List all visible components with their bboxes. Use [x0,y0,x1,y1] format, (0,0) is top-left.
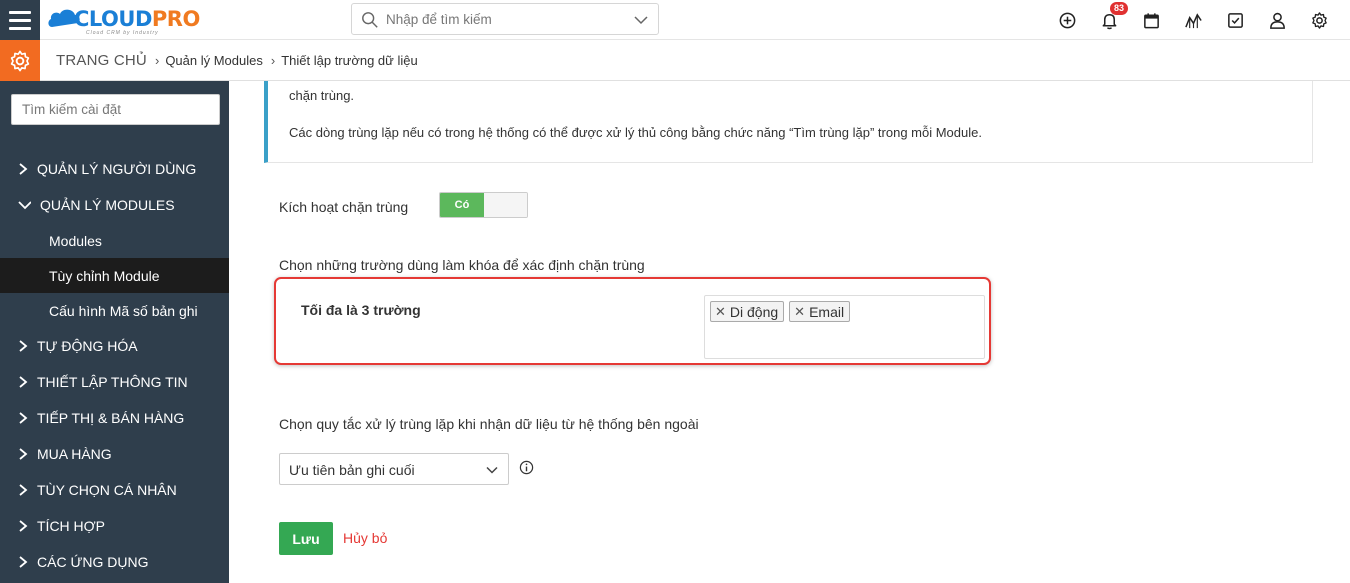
settings-button[interactable] [1298,0,1340,40]
sidebar-item-modules[interactable]: QUẢN LÝ MODULES [0,187,229,223]
checkbox-icon [1227,12,1243,28]
chevron-down-icon [18,201,31,210]
activate-dedupe-label: Kích hoạt chặn trùng [279,199,409,215]
tag-label: Di động [729,303,779,320]
menu-line [9,18,31,22]
chevron-right-icon [19,484,28,496]
main-content: chặn trùng. Các dòng trùng lặp nếu có tr… [229,81,1350,583]
chevron-right-icon [19,412,28,424]
calendar-icon [1143,12,1159,28]
chevron-right-icon: › [154,53,160,68]
logo-tagline: Cloud CRM by Industry [86,30,159,36]
gear-icon [10,50,30,71]
gear-icon [1311,11,1327,29]
sidebar-item-label: QUẢN LÝ MODULES [40,197,175,213]
dedupe-rule-select[interactable]: Ưu tiên bản ghi cuối [279,453,509,485]
top-icon-bar: 83 [1046,0,1340,40]
settings-section-button[interactable] [0,40,40,81]
sidebar-item-label: CÁC ỨNG DỤNG [37,554,149,570]
plus-circle-icon [1059,12,1075,28]
breadcrumb: TRANG CHỦ › Quản lý Modules › Thiết lập … [56,40,418,81]
sidebar-item-label: TÙY CHỌN CÁ NHÂN [37,482,177,498]
settings-sidebar: QUẢN LÝ NGƯỜI DÙNG QUẢN LÝ MODULES Modul… [0,81,229,583]
calendar-button[interactable] [1130,0,1172,40]
chevron-right-icon [19,556,28,568]
settings-search-input[interactable] [12,95,219,124]
chevron-right-icon [19,520,28,532]
reports-button[interactable] [1172,0,1214,40]
dedupe-rule-title: Chọn quy tắc xử lý trùng lặp khi nhận dữ… [279,416,699,432]
breadcrumb-item-current: Thiết lập trường dữ liệu [281,53,418,68]
chart-icon [1184,12,1202,28]
sidebar-subitem-modules[interactable]: Modules [0,223,229,258]
global-search[interactable] [351,3,659,35]
sidebar-item-label: TÍCH HỢP [37,518,106,534]
toggle-knob [484,193,527,217]
key-fields-title: Chọn những trường dùng làm khóa để xác đ… [279,257,645,273]
notification-badge: 83 [1110,2,1129,15]
user-icon [1269,12,1285,29]
hamburger-menu-button[interactable] [0,0,40,40]
info-text-line: chặn trùng. [289,88,355,103]
sidebar-item-label: TỰ ĐỘNG HÓA [37,338,138,354]
logo-text: CLOUDPRO [74,7,200,31]
menu-line [9,26,31,30]
settings-search[interactable] [11,94,220,125]
cloudpro-logo[interactable]: CLOUDPRO Cloud CRM by Industry [46,3,206,37]
breadcrumb-bar: TRANG CHỦ › Quản lý Modules › Thiết lập … [0,40,1350,81]
search-icon [362,12,378,28]
sidebar-item-label: QUẢN LÝ NGƯỜI DÙNG [37,161,197,177]
quick-create-button[interactable] [1046,0,1088,40]
chevron-right-icon [19,376,28,388]
sidebar-item-label: MUA HÀNG [37,446,112,462]
chevron-right-icon [19,340,28,352]
breadcrumb-item[interactable]: Quản lý Modules [165,53,263,68]
sidebar-subitem-customize-module[interactable]: Tùy chỉnh Module [0,258,229,293]
sidebar-item-personal-options[interactable]: TÙY CHỌN CÁ NHÂN [0,472,229,508]
remove-tag-icon[interactable]: ✕ [794,304,805,320]
sidebar-subitem-record-numbering[interactable]: Cấu hình Mã số bản ghi [0,293,229,328]
key-fields-multiselect[interactable]: ✕ Di động ✕ Email [704,295,985,359]
chevron-right-icon [19,448,28,460]
key-fields-highlight: Tối đa là 3 trường ✕ Di động ✕ Email [274,277,991,365]
dedupe-rule-value: Ưu tiên bản ghi cuối [289,462,415,478]
cancel-link[interactable]: Hủy bỏ [343,530,387,546]
sidebar-item-label: TIẾP THỊ & BÁN HÀNG [37,410,185,426]
info-icon[interactable] [519,460,534,475]
sidebar-item-label: THIẾT LẬP THÔNG TIN [37,374,188,390]
selected-field-tag[interactable]: ✕ Di động [710,301,785,322]
user-profile-button[interactable] [1256,0,1298,40]
chevron-down-icon [486,466,498,474]
menu-line [9,10,31,14]
remove-tag-icon[interactable]: ✕ [715,304,726,320]
breadcrumb-home[interactable]: TRANG CHỦ [56,52,147,69]
info-text-line: Các dòng trùng lặp nếu có trong hệ thống… [289,125,982,140]
sidebar-item-purchasing[interactable]: MUA HÀNG [0,436,229,472]
info-callout: chặn trùng. Các dòng trùng lặp nếu có tr… [264,81,1313,163]
activate-dedupe-toggle[interactable]: Có [439,192,528,218]
notifications-button[interactable]: 83 [1088,0,1130,40]
max-fields-label: Tối đa là 3 trường [301,302,421,318]
sidebar-menu: QUẢN LÝ NGƯỜI DÙNG QUẢN LÝ MODULES Modul… [0,151,229,580]
sidebar-item-automation[interactable]: TỰ ĐỘNG HÓA [0,328,229,364]
selected-field-tag[interactable]: ✕ Email [789,301,851,322]
tasks-button[interactable] [1214,0,1256,40]
search-input[interactable] [386,4,626,34]
save-button[interactable]: Lưu [279,522,333,555]
tag-label: Email [809,303,845,320]
chevron-right-icon: › [270,53,276,68]
top-bar: CLOUDPRO Cloud CRM by Industry 83 [0,0,1350,40]
sidebar-item-info-setup[interactable]: THIẾT LẬP THÔNG TIN [0,364,229,400]
chevron-right-icon [19,163,28,175]
sidebar-item-integration[interactable]: TÍCH HỢP [0,508,229,544]
toggle-on-label: Có [440,193,484,217]
chevron-down-icon[interactable] [634,13,648,27]
sidebar-item-users[interactable]: QUẢN LÝ NGƯỜI DÙNG [0,151,229,187]
sidebar-item-marketing-sales[interactable]: TIẾP THỊ & BÁN HÀNG [0,400,229,436]
sidebar-item-apps[interactable]: CÁC ỨNG DỤNG [0,544,229,580]
